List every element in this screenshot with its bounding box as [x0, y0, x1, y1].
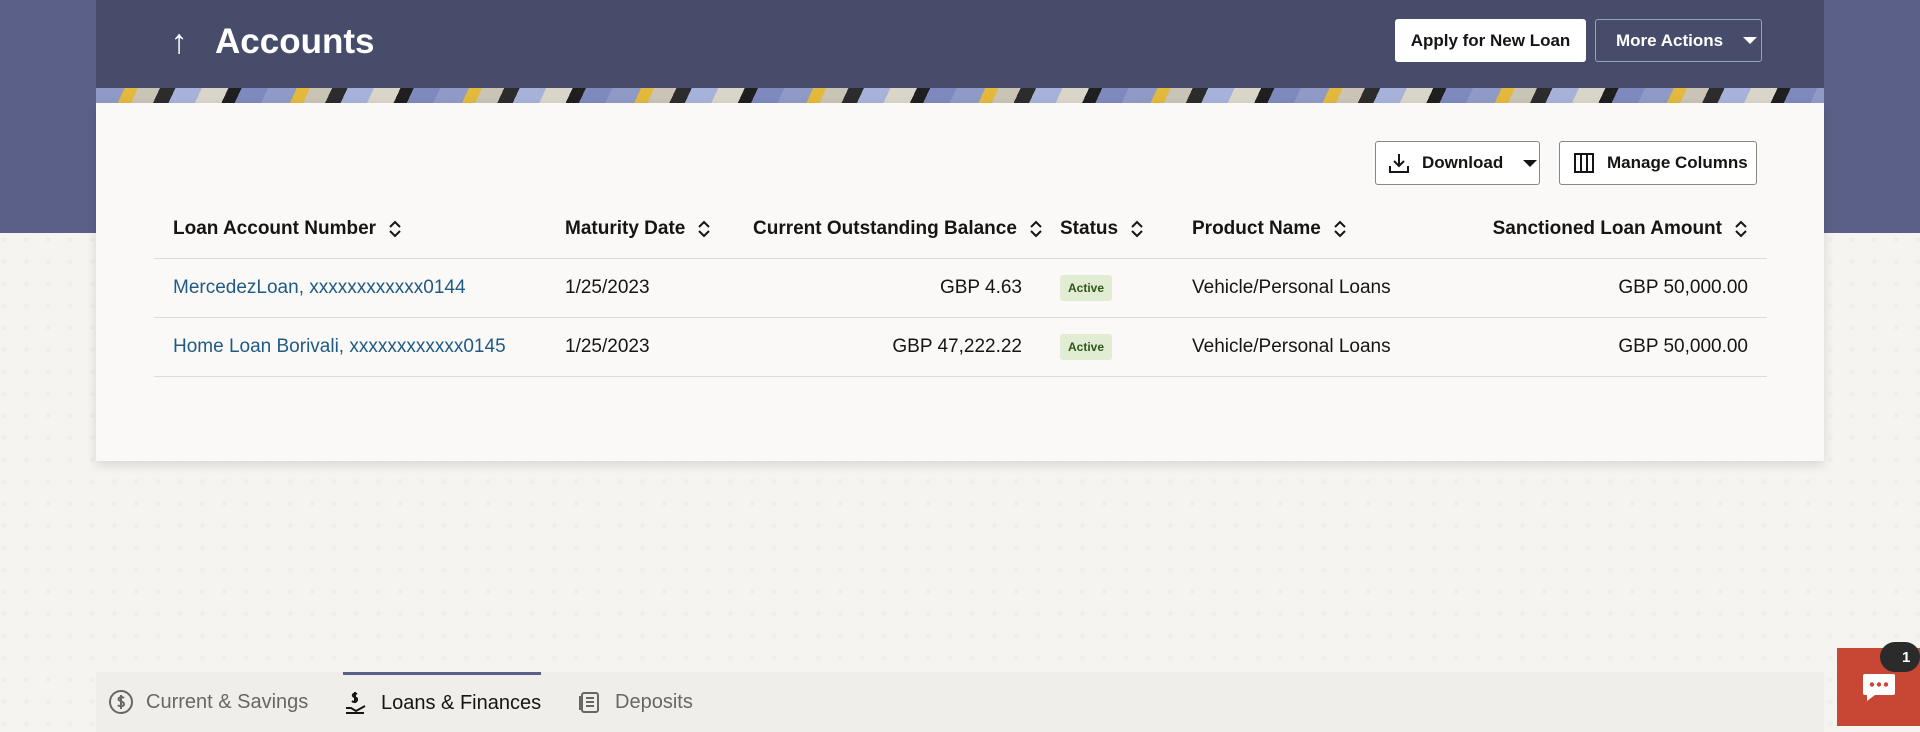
balance-cell: GBP 4.63 [734, 258, 1041, 318]
tab-label: Loans & Finances [381, 692, 542, 714]
sort-icon [1334, 220, 1346, 238]
download-button[interactable]: Download [1375, 141, 1540, 185]
sanctioned-cell: GBP 50,000.00 [1404, 317, 1767, 377]
apply-new-loan-button[interactable]: Apply for New Loan [1395, 19, 1586, 62]
tab-loans-finances[interactable]: Loans & Finances [343, 672, 542, 732]
status-badge: Active [1060, 274, 1113, 301]
sort-icon [1030, 220, 1042, 238]
manage-columns-button[interactable]: Manage Columns [1559, 141, 1757, 185]
column-header-maturity-date[interactable]: Maturity Date [546, 200, 734, 259]
sort-icon [389, 220, 401, 238]
chat-icon [1862, 674, 1895, 701]
maturity-date-cell: 1/25/2023 [546, 258, 734, 318]
loan-accounts-table: Loan Account Number Maturity Date Curren… [154, 200, 1767, 377]
balance-cell: GBP 47,222.22 [734, 317, 1041, 377]
maturity-date-cell: 1/25/2023 [546, 317, 734, 377]
sort-icon [1131, 220, 1143, 238]
download-icon [1389, 154, 1409, 173]
account-link[interactable]: MercedezLoan, xxxxxxxxxxxx0144 [154, 258, 546, 318]
status-cell: Active [1041, 258, 1173, 318]
manage-columns-label: Manage Columns [1607, 153, 1748, 172]
chevron-down-icon [1523, 159, 1538, 167]
column-header-account[interactable]: Loan Account Number [154, 200, 546, 259]
download-label: Download [1422, 153, 1504, 172]
dollar-circle-icon [109, 690, 133, 714]
table-row: Home Loan Borivali, xxxxxxxxxxxx0145 1/2… [154, 317, 1767, 377]
sort-icon [1735, 220, 1747, 238]
sanctioned-cell: GBP 50,000.00 [1404, 258, 1767, 318]
tab-deposits[interactable]: Deposits [577, 672, 693, 732]
hand-dollar-icon [346, 691, 366, 714]
arrow-up-icon[interactable]: ↑ [164, 24, 194, 60]
chevron-down-icon [1743, 37, 1758, 44]
status-cell: Active [1041, 317, 1173, 377]
tab-label: Current & Savings [146, 690, 309, 713]
column-header-sanctioned[interactable]: Sanctioned Loan Amount [1404, 200, 1767, 259]
table-row: MercedezLoan, xxxxxxxxxxxx0144 1/25/2023… [154, 258, 1767, 318]
sort-icon [698, 220, 711, 238]
product-cell: Vehicle/Personal Loans [1173, 258, 1404, 318]
product-cell: Vehicle/Personal Loans [1173, 317, 1404, 377]
status-badge: Active [1060, 333, 1113, 360]
tab-label: Deposits [615, 690, 693, 713]
more-actions-button[interactable]: More Actions [1595, 19, 1762, 62]
account-link[interactable]: Home Loan Borivali, xxxxxxxxxxxx0145 [154, 317, 546, 377]
tab-current-savings[interactable]: Current & Savings [108, 672, 308, 732]
page-title: Accounts [215, 22, 375, 61]
table-header-row: Loan Account Number Maturity Date Curren… [154, 200, 1767, 259]
column-header-status[interactable]: Status [1041, 200, 1173, 259]
notification-badge: 1 [1880, 642, 1920, 672]
columns-icon [1574, 153, 1594, 173]
column-header-balance[interactable]: Current Outstanding Balance [734, 200, 1042, 259]
deposit-stack-icon [579, 692, 599, 713]
banner-art [96, 88, 1824, 103]
more-actions-label: More Actions [1616, 30, 1724, 50]
account-tabs: Current & Savings Loans & Finances Depos… [96, 672, 1824, 732]
column-header-product[interactable]: Product Name [1173, 200, 1404, 259]
